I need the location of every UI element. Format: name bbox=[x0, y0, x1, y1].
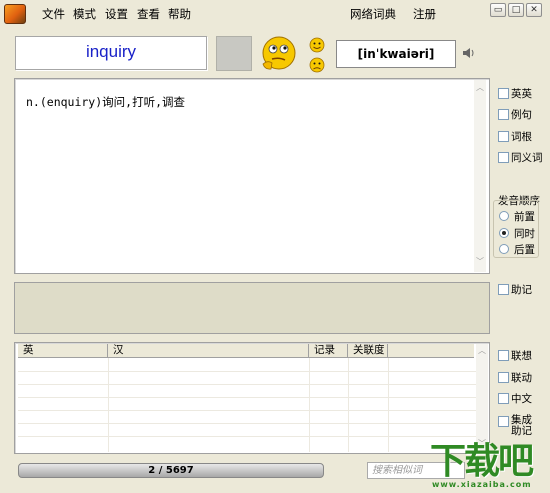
radio-before-label: 前置 bbox=[514, 211, 535, 223]
column-divider bbox=[388, 358, 389, 452]
menu-help[interactable]: 帮助 bbox=[168, 6, 191, 22]
progress-bar: 2 / 5697 bbox=[18, 463, 324, 478]
checkbox-roots-label: 词根 bbox=[511, 131, 532, 143]
scroll-up-arrow-icon[interactable]: ︿ bbox=[476, 82, 484, 93]
checkbox-chinese-label: 中文 bbox=[511, 393, 532, 405]
row-divider bbox=[18, 436, 484, 437]
definition-text: n.(enquiry)询问,打听,调查 bbox=[26, 95, 186, 109]
radio-after-label: 后置 bbox=[514, 244, 535, 256]
radio-simultaneous[interactable] bbox=[499, 228, 509, 238]
site-watermark: 下载吧 www.xiazaiba.com bbox=[416, 432, 550, 493]
checkbox-examples[interactable] bbox=[498, 109, 509, 120]
column-header-blank bbox=[388, 344, 474, 358]
close-button[interactable]: ✕ bbox=[526, 3, 542, 17]
checkbox-association[interactable] bbox=[498, 350, 509, 361]
column-header-relevance[interactable]: 关联度 bbox=[348, 344, 388, 358]
radio-after[interactable] bbox=[499, 244, 509, 254]
checkbox-linkage[interactable] bbox=[498, 372, 509, 383]
column-header-english[interactable]: 英 bbox=[18, 344, 108, 358]
phonetic-display: [inˈkwaiəri] bbox=[336, 40, 456, 68]
checkbox-linkage-label: 联动 bbox=[511, 372, 532, 384]
checkbox-synonyms[interactable] bbox=[498, 152, 509, 163]
column-divider bbox=[348, 358, 349, 452]
checkbox-integrated-memo[interactable] bbox=[498, 416, 509, 427]
menu-settings[interactable]: 设置 bbox=[105, 6, 128, 22]
thinking-smiley-icon[interactable] bbox=[258, 34, 300, 74]
speaker-icon[interactable] bbox=[462, 46, 476, 60]
scroll-down-arrow-icon[interactable]: ﹀ bbox=[476, 256, 484, 267]
menu-view[interactable]: 查看 bbox=[137, 6, 160, 22]
memo-area[interactable] bbox=[14, 282, 490, 334]
watermark-url: www.xiazaiba.com bbox=[432, 480, 532, 489]
minimize-button[interactable]: ▭ bbox=[490, 3, 506, 17]
menu-file[interactable]: 文件 bbox=[42, 6, 65, 22]
checkbox-memo-label: 助记 bbox=[511, 284, 532, 296]
smiley-happy-icon[interactable] bbox=[308, 37, 326, 53]
image-placeholder bbox=[216, 36, 252, 71]
column-divider bbox=[108, 358, 109, 452]
app-logo-icon[interactable] bbox=[4, 4, 26, 24]
checkbox-english-label: 英英 bbox=[511, 88, 532, 100]
row-divider bbox=[18, 371, 484, 372]
row-divider bbox=[18, 410, 484, 411]
menu-online-dictionary[interactable]: 网络词典 bbox=[350, 6, 396, 22]
checkbox-association-label: 联想 bbox=[511, 350, 532, 362]
definition-scrollbar[interactable]: ︿ ﹀ bbox=[474, 80, 486, 272]
watermark-main: 下载吧 bbox=[430, 441, 534, 482]
checkbox-english[interactable] bbox=[498, 88, 509, 99]
radio-before[interactable] bbox=[499, 211, 509, 221]
smiley-sad-icon[interactable] bbox=[308, 57, 326, 73]
word-display[interactable]: inquiry bbox=[15, 36, 207, 70]
menu-register[interactable]: 注册 bbox=[413, 6, 436, 22]
checkbox-memo[interactable] bbox=[498, 284, 509, 295]
column-header-chinese[interactable]: 汉 bbox=[108, 344, 309, 358]
row-divider bbox=[18, 397, 484, 398]
checkbox-chinese[interactable] bbox=[498, 393, 509, 404]
row-divider bbox=[18, 423, 484, 424]
checkbox-examples-label: 例句 bbox=[511, 109, 532, 121]
checkbox-synonyms-label: 同义词 bbox=[511, 152, 543, 164]
checkbox-roots[interactable] bbox=[498, 131, 509, 142]
column-divider bbox=[309, 358, 310, 452]
radio-simultaneous-label: 同时 bbox=[514, 228, 535, 240]
row-divider bbox=[18, 384, 484, 385]
column-header-record[interactable]: 记录 bbox=[309, 344, 348, 358]
progress-text: 2 / 5697 bbox=[148, 465, 194, 476]
maximize-button[interactable]: □ bbox=[508, 3, 524, 17]
scroll-up-arrow-icon[interactable]: ︿ bbox=[478, 345, 486, 356]
menu-mode[interactable]: 模式 bbox=[73, 6, 96, 22]
